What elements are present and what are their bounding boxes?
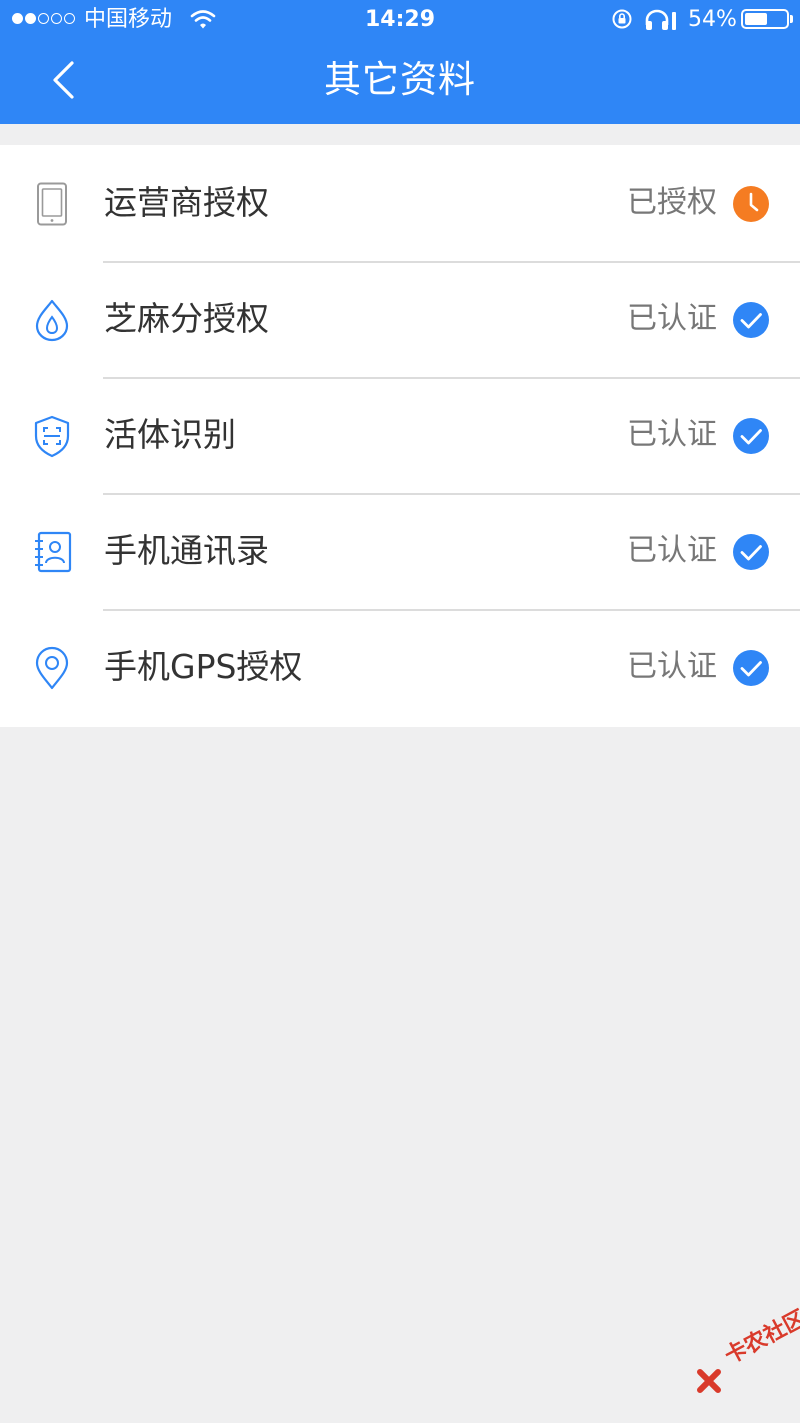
phone-icon [37, 182, 67, 226]
status-time: 14:29 [364, 7, 436, 32]
battery-level [745, 13, 767, 25]
location-pin-icon [35, 646, 69, 690]
list-item-label: 手机GPS授权 [104, 647, 303, 686]
watermark-logo-icon [697, 1369, 721, 1393]
list-item-status: 已认证 [627, 417, 717, 452]
page-title: 其它资料 [324, 58, 476, 101]
nav-bar: 其它资料 [0, 40, 800, 124]
list-item-label: 手机通讯录 [104, 531, 269, 570]
list-item-label: 运营商授权 [104, 183, 269, 222]
headphones-icon [645, 9, 676, 30]
sesame-drop-icon [35, 299, 69, 342]
list-item-status: 已认证 [627, 301, 717, 336]
battery-percentage: 54% [688, 7, 737, 32]
list-item-status: 已认证 [627, 649, 717, 684]
list-item-status: 已授权 [627, 185, 717, 220]
list-item-sesame-auth[interactable]: 芝麻分授权 已认证 [0, 261, 800, 376]
list-item-label: 活体识别 [104, 415, 236, 454]
status-bar: 中国移动 14:29 54% [0, 0, 800, 40]
list-item-label: 芝麻分授权 [104, 299, 269, 338]
authorization-list: 运营商授权 已授权 芝麻分授权 已认证 活体识别 已认证 手机通讯录 已认证 手… [0, 145, 800, 727]
list-item-liveness-detection[interactable]: 活体识别 已认证 [0, 377, 800, 492]
list-item-status: 已认证 [627, 533, 717, 568]
clock-icon [733, 186, 769, 222]
app-header: 中国移动 14:29 54% 其它资料 [0, 0, 800, 124]
check-icon [733, 534, 769, 570]
check-icon [733, 418, 769, 454]
list-item-phone-contacts[interactable]: 手机通讯录 已认证 [0, 493, 800, 608]
list-item-gps-auth[interactable]: 手机GPS授权 已认证 [0, 609, 800, 724]
check-icon [733, 302, 769, 338]
contacts-book-icon [35, 531, 72, 573]
rotation-lock-icon [612, 9, 632, 29]
list-item-carrier-auth[interactable]: 运营商授权 已授权 [0, 145, 800, 260]
watermark: 卡农社区 [696, 1306, 800, 1410]
battery-icon [741, 9, 793, 29]
watermark-text: 卡农社区 [720, 1305, 800, 1370]
check-icon [733, 650, 769, 686]
face-scan-shield-icon [34, 415, 70, 458]
